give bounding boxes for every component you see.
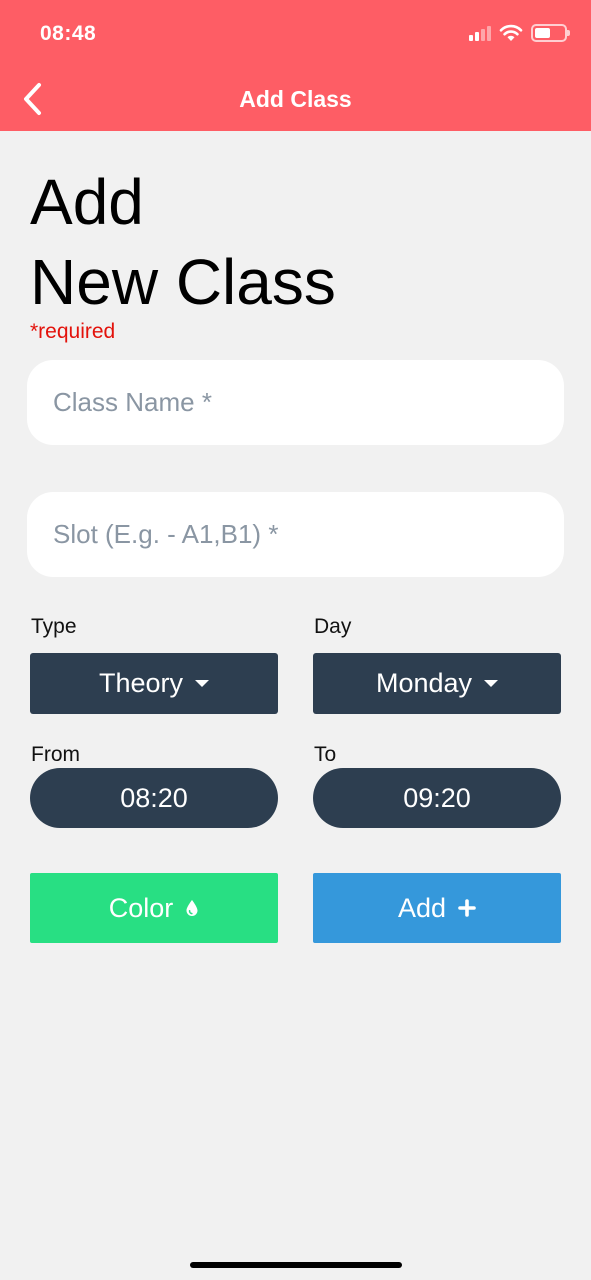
home-indicator	[190, 1262, 402, 1268]
wifi-icon	[499, 24, 523, 41]
type-dropdown-value: Theory	[98, 668, 184, 698]
from-time-picker[interactable]: 08:20	[30, 768, 278, 828]
cellular-signal-icon	[469, 25, 491, 41]
nav-title: Add Class	[239, 86, 352, 112]
page-title-line2: New Class	[30, 246, 336, 318]
to-time-picker[interactable]: 09:20	[313, 768, 561, 828]
color-button-label: Color	[108, 892, 174, 923]
page-title-line1: Add	[30, 166, 144, 238]
class-name-input[interactable]	[27, 360, 564, 445]
slot-input[interactable]	[27, 492, 564, 577]
to-label: To	[314, 743, 337, 766]
type-dropdown[interactable]: Theory	[30, 653, 278, 714]
to-time-value: 09:20	[403, 782, 471, 813]
app-header: 08:48 Add Class	[0, 0, 591, 131]
add-button[interactable]: Add	[313, 873, 561, 943]
color-button[interactable]: Color	[30, 873, 278, 943]
type-label: Type	[31, 615, 77, 638]
from-time-value: 08:20	[120, 782, 188, 813]
required-note: *required	[30, 320, 116, 343]
from-label: From	[31, 743, 80, 766]
battery-icon	[531, 24, 570, 42]
caret-down-icon	[195, 680, 210, 687]
status-time: 08:48	[40, 22, 97, 45]
page-title: Add New Class	[30, 162, 336, 322]
day-dropdown[interactable]: Monday	[313, 653, 561, 714]
plus-icon	[458, 899, 476, 917]
add-button-label: Add	[397, 892, 447, 923]
day-dropdown-value: Monday	[375, 668, 473, 698]
day-label: Day	[314, 615, 352, 638]
drop-icon	[186, 900, 198, 916]
status-icons	[469, 24, 570, 42]
caret-down-icon	[484, 680, 499, 687]
